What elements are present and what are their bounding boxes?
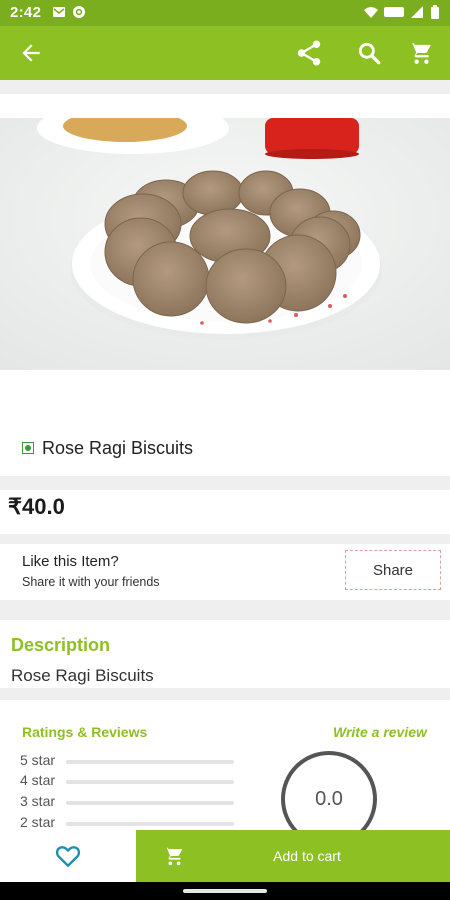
product-image xyxy=(0,118,450,370)
share-button[interactable] xyxy=(294,38,324,68)
rating-row-5: 5 star xyxy=(20,752,234,770)
share-item-button[interactable]: Share xyxy=(345,550,441,590)
rating-row-3: 3 star xyxy=(20,793,234,811)
rating-row-label: 2 star xyxy=(20,814,56,830)
rating-bar xyxy=(66,801,234,805)
signal-icon xyxy=(411,6,423,18)
mail-icon xyxy=(53,7,65,17)
rating-row-label: 3 star xyxy=(20,793,56,809)
search-button[interactable] xyxy=(354,38,384,68)
rating-bar xyxy=(66,780,234,784)
system-nav-bar xyxy=(0,882,450,900)
wishlist-button[interactable] xyxy=(0,830,136,882)
rating-bar xyxy=(66,760,234,764)
rating-row-4: 4 star xyxy=(20,772,234,790)
add-to-cart-label: Add to cart xyxy=(273,848,341,864)
volte-icon xyxy=(384,7,404,17)
ratings-heading: Ratings & Reviews xyxy=(22,724,148,740)
write-review-link[interactable]: Write a review xyxy=(333,724,427,740)
description-text: Rose Ragi Biscuits xyxy=(11,666,154,685)
status-time: 2:42 xyxy=(10,4,42,21)
share-icon xyxy=(297,40,321,66)
search-icon xyxy=(358,42,381,65)
at-sign-icon xyxy=(73,6,85,18)
cart-button[interactable] xyxy=(406,38,436,68)
bottom-action-bar: Add to cart xyxy=(0,830,450,882)
home-gesture-handle[interactable] xyxy=(183,889,267,893)
status-bar: 2:42 xyxy=(0,0,450,26)
cart-icon xyxy=(409,43,431,64)
arrow-back-icon xyxy=(22,44,40,62)
share-prompt-title: Like this Item? xyxy=(22,553,119,570)
rating-bar xyxy=(66,822,234,826)
add-to-cart-button[interactable]: Add to cart xyxy=(136,830,450,882)
veg-indicator-icon xyxy=(22,442,34,454)
rating-row-label: 4 star xyxy=(20,772,56,788)
battery-icon xyxy=(431,5,439,19)
product-name: Rose Ragi Biscuits xyxy=(42,438,194,458)
back-button[interactable] xyxy=(16,38,46,68)
product-price: ₹40.0 xyxy=(8,494,65,519)
app-bar xyxy=(0,26,450,80)
share-prompt-subtitle: Share it with your friends xyxy=(22,575,160,589)
description-heading: Description xyxy=(11,635,111,655)
rating-row-label: 5 star xyxy=(20,752,56,768)
wifi-icon xyxy=(364,7,378,18)
heart-icon xyxy=(55,846,81,867)
product-photo xyxy=(0,118,450,370)
